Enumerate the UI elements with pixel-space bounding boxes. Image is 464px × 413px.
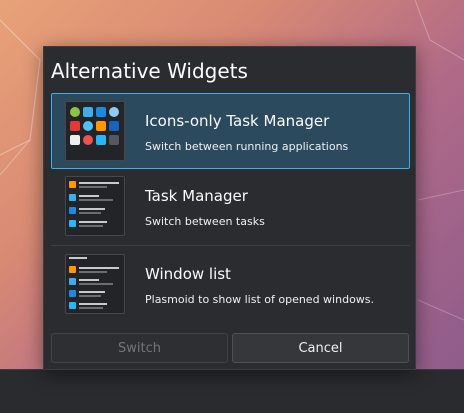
widget-item-window-list[interactable]: Window list Plasmoid to show list of ope… [51,246,410,322]
dialog-title: Alternative Widgets [51,59,248,83]
widget-item-title: Icons-only Task Manager [145,112,330,130]
taskbar [0,369,464,413]
dialog-button-row: Switch Cancel [51,333,410,363]
widget-item-task-manager[interactable]: Task Manager Switch between tasks [51,169,410,245]
widget-item-description: Plasmoid to show list of opened windows. [145,293,375,306]
cancel-button[interactable]: Cancel [232,333,409,363]
widget-list: Icons-only Task Manager Switch between r… [51,93,410,322]
widget-item-title: Window list [145,265,231,283]
switch-button[interactable]: Switch [51,333,228,363]
widget-item-icons-only-task-manager[interactable]: Icons-only Task Manager Switch between r… [51,93,410,169]
task-manager-preview-icon [65,176,125,236]
alternative-widgets-dialog: Alternative Widgets Icons-only Task Mana… [43,46,416,370]
icons-only-task-manager-preview-icon [65,101,125,161]
widget-item-title: Task Manager [145,187,248,205]
widget-item-description: Switch between tasks [145,215,265,228]
window-list-preview-icon [65,254,125,314]
widget-item-description: Switch between running applications [145,140,349,153]
